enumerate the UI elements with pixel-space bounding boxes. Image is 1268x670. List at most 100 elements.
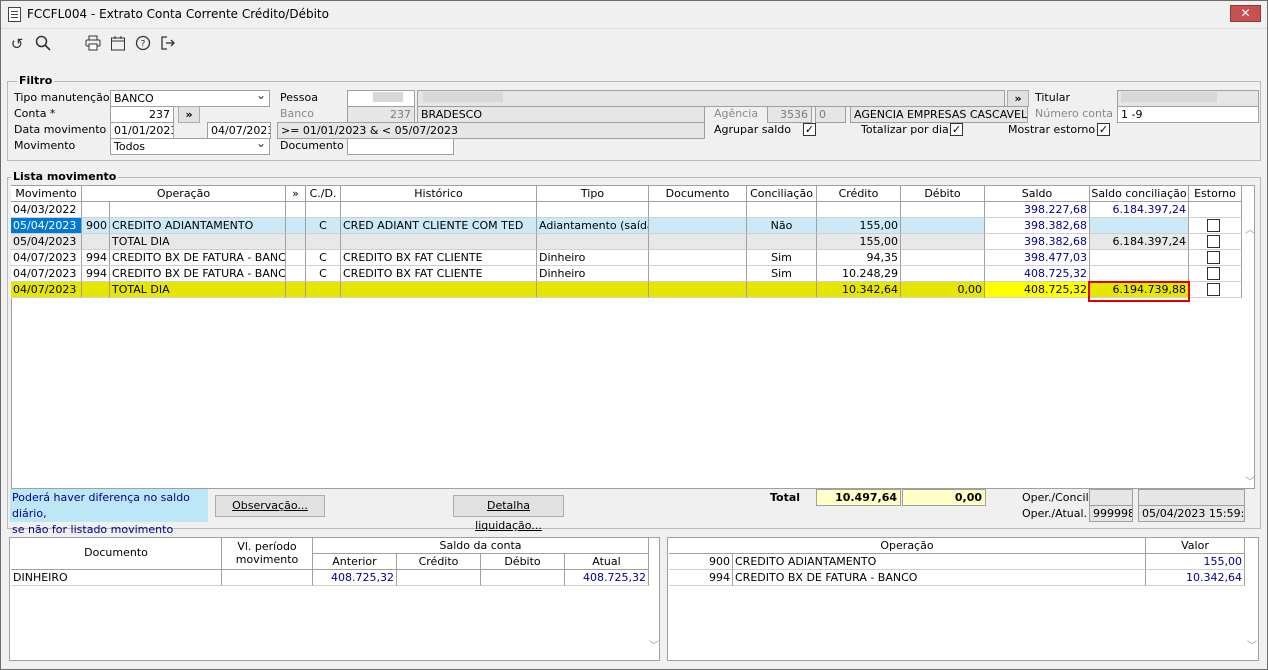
- grid-cell[interactable]: [110, 202, 286, 218]
- pessoa-code-input[interactable]: [347, 90, 415, 107]
- grid-cell[interactable]: [817, 202, 901, 218]
- grid-cell[interactable]: 994: [82, 250, 110, 266]
- grid-cell[interactable]: [1189, 234, 1242, 250]
- grid-header-cell[interactable]: Crédito: [817, 186, 901, 202]
- operacoes-scroll-down-icon[interactable]: ﹀: [1247, 637, 1257, 652]
- grid-cell[interactable]: [537, 202, 649, 218]
- grid-cell[interactable]: 994: [82, 266, 110, 282]
- grid-cell[interactable]: [901, 266, 985, 282]
- grid-cell[interactable]: C: [306, 218, 341, 234]
- grid-header-cell[interactable]: Estorno: [1189, 186, 1242, 202]
- grid-cell[interactable]: [286, 234, 306, 250]
- detalha-liquidacao-button[interactable]: Detalha liquidação...: [453, 495, 564, 532]
- estorno-checkbox[interactable]: [1207, 267, 1220, 280]
- grid-cell[interactable]: [286, 250, 306, 266]
- grid-cell[interactable]: C: [306, 266, 341, 282]
- grid-cell[interactable]: [747, 234, 817, 250]
- grid-cell[interactable]: [649, 266, 747, 282]
- grid-cell[interactable]: TOTAL DIA: [110, 234, 286, 250]
- grid-cell[interactable]: [306, 282, 341, 298]
- grid-cell[interactable]: [1189, 266, 1242, 282]
- totalizar-checkbox[interactable]: ✓: [950, 123, 963, 136]
- grid-cell[interactable]: Dinheiro: [537, 250, 649, 266]
- grid-cell[interactable]: 04/07/2023: [11, 282, 82, 298]
- grid-cell[interactable]: 155,00: [817, 234, 901, 250]
- grid-cell[interactable]: [306, 234, 341, 250]
- grid-cell[interactable]: Sim: [747, 266, 817, 282]
- grid-cell[interactable]: 398.227,68: [985, 202, 1090, 218]
- estorno-checkbox[interactable]: [1207, 235, 1220, 248]
- grid-cell[interactable]: 398.382,68: [985, 218, 1090, 234]
- grid-cell[interactable]: [901, 234, 985, 250]
- grid-header-cell[interactable]: Conciliação: [747, 186, 817, 202]
- print-icon[interactable]: [84, 35, 102, 53]
- grid-cell[interactable]: 6.184.397,24: [1090, 234, 1189, 250]
- grid-cell[interactable]: [537, 234, 649, 250]
- grid-cell[interactable]: 0,00: [901, 282, 985, 298]
- scroll-down-icon[interactable]: ﹀: [1245, 473, 1255, 488]
- grid-cell[interactable]: 398.477,03: [985, 250, 1090, 266]
- undo-icon[interactable]: ↺: [8, 35, 26, 53]
- grid-cell[interactable]: [649, 202, 747, 218]
- grid-cell[interactable]: [649, 250, 747, 266]
- grid-header-cell[interactable]: Movimento: [11, 186, 82, 202]
- grid-header-cell[interactable]: C./D.: [306, 186, 341, 202]
- estorno-checkbox[interactable]: [1207, 219, 1220, 232]
- grid-cell[interactable]: [286, 202, 306, 218]
- grid-header-cell[interactable]: »: [286, 186, 306, 202]
- data-inicio-input[interactable]: 01/01/2023: [110, 122, 174, 139]
- grid-cell[interactable]: [537, 282, 649, 298]
- close-button[interactable]: ✕: [1230, 5, 1261, 22]
- grid-cell[interactable]: 04/07/2023: [11, 266, 82, 282]
- estorno-checkbox[interactable]: [1207, 283, 1220, 296]
- grid-cell[interactable]: [82, 234, 110, 250]
- movimento-select[interactable]: Todos: [110, 138, 270, 155]
- grid-cell[interactable]: [901, 202, 985, 218]
- grid-header-cell[interactable]: Operação: [82, 186, 286, 202]
- grid-cell[interactable]: 408.725,32: [985, 282, 1090, 298]
- grid-cell[interactable]: 04/07/2023: [11, 250, 82, 266]
- grid-cell[interactable]: 10.342,64: [817, 282, 901, 298]
- grid-cell[interactable]: 94,35: [817, 250, 901, 266]
- grid-cell[interactable]: [286, 218, 306, 234]
- grid-cell[interactable]: CREDITO BX FAT CLIENTE: [341, 250, 537, 266]
- tipo-manutencao-select[interactable]: BANCO: [110, 90, 270, 107]
- grid-cell[interactable]: Dinheiro: [537, 266, 649, 282]
- grid-cell[interactable]: [1189, 282, 1242, 298]
- grid-cell[interactable]: 6.184.397,24: [1090, 202, 1189, 218]
- grid-cell[interactable]: [82, 282, 110, 298]
- grid-cell[interactable]: [649, 218, 747, 234]
- documento-input[interactable]: [347, 138, 454, 155]
- grid-cell[interactable]: CREDITO BX DE FATURA - BANCO: [110, 266, 286, 282]
- data-fim-input[interactable]: 04/07/2023: [207, 122, 271, 139]
- estorno-checkbox[interactable]: [1207, 251, 1220, 264]
- grid-cell[interactable]: [1090, 250, 1189, 266]
- grid-cell[interactable]: 155,00: [817, 218, 901, 234]
- grid-cell[interactable]: [747, 202, 817, 218]
- grid-cell[interactable]: Não: [747, 218, 817, 234]
- grid-cell[interactable]: CREDITO BX FAT CLIENTE: [341, 266, 537, 282]
- grid-cell[interactable]: C: [306, 250, 341, 266]
- grid-cell[interactable]: CREDITO ADIANTAMENTO: [110, 218, 286, 234]
- grid-cell[interactable]: 05/04/2023: [11, 218, 82, 234]
- grid-cell[interactable]: 408.725,32: [985, 266, 1090, 282]
- grid-cell[interactable]: [1189, 218, 1242, 234]
- calendar-icon[interactable]: [109, 35, 127, 53]
- grid-header-cell[interactable]: Histórico: [341, 186, 537, 202]
- grid-cell[interactable]: [901, 250, 985, 266]
- grid-header-cell[interactable]: Saldo: [985, 186, 1090, 202]
- agrupar-saldo-checkbox[interactable]: ✓: [803, 123, 816, 136]
- grid-header-cell[interactable]: Documento: [649, 186, 747, 202]
- help-icon[interactable]: ?: [134, 35, 152, 53]
- grid-cell[interactable]: [649, 282, 747, 298]
- grid-cell[interactable]: [286, 282, 306, 298]
- grid-cell[interactable]: [747, 282, 817, 298]
- grid-cell[interactable]: [1090, 218, 1189, 234]
- grid-cell[interactable]: TOTAL DIA: [110, 282, 286, 298]
- grid-cell[interactable]: [286, 266, 306, 282]
- grid-cell[interactable]: 10.248,29: [817, 266, 901, 282]
- mostrar-estorno-checkbox[interactable]: ✓: [1097, 123, 1110, 136]
- grid-cell[interactable]: [1090, 266, 1189, 282]
- grid-cell[interactable]: 04/03/2022: [11, 202, 82, 218]
- conta-lookup-button[interactable]: »: [178, 106, 200, 123]
